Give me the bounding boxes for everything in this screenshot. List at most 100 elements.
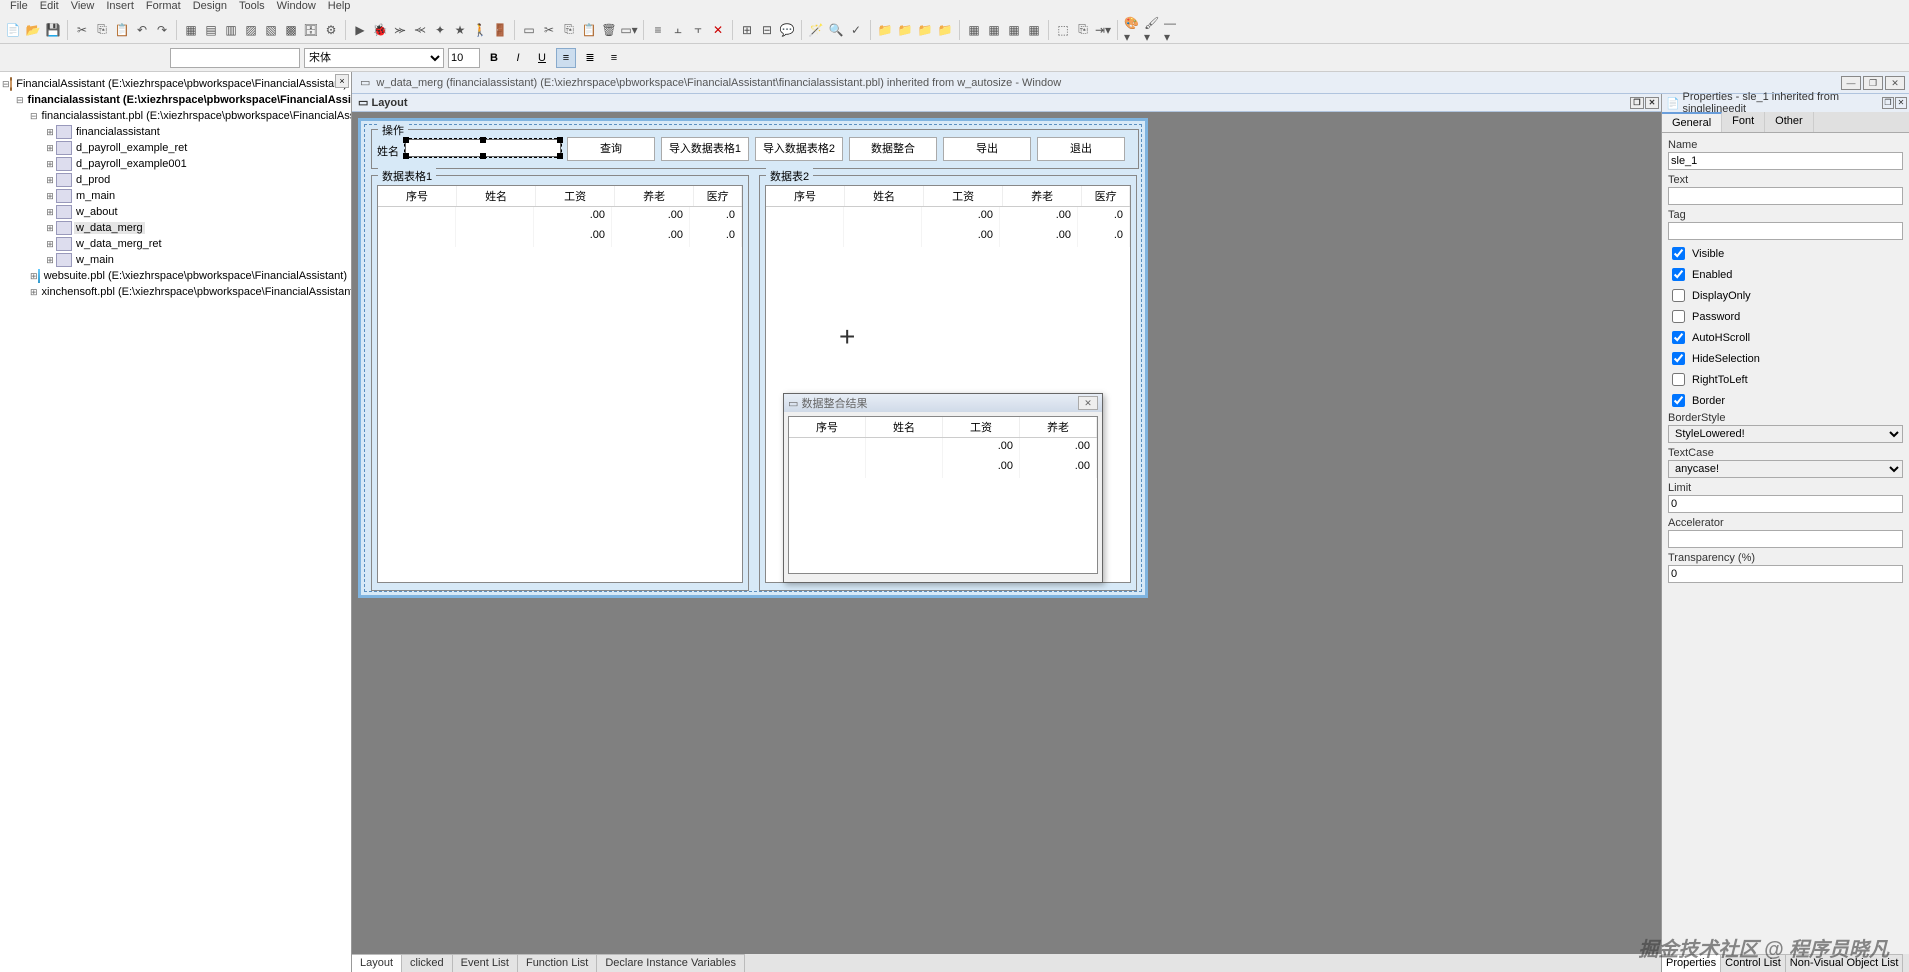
comment-icon[interactable]: 💬 bbox=[778, 21, 796, 39]
prop-text-input[interactable] bbox=[1668, 187, 1903, 205]
datawindow-result[interactable]: 序号 姓名 工资 养老 .00.00 .00.00 bbox=[788, 416, 1098, 574]
menu-window[interactable]: Window bbox=[277, 0, 316, 13]
underline-icon[interactable]: U bbox=[532, 48, 552, 68]
tool-icon[interactable]: 📁 bbox=[896, 21, 914, 39]
tool-icon[interactable]: ⊟ bbox=[758, 21, 776, 39]
form-window[interactable]: 操作 姓名 查询 导入数据表格1 导入数据表格2 数据整合 bbox=[358, 118, 1148, 598]
open-icon[interactable]: 📂 bbox=[24, 21, 42, 39]
tool-icon[interactable]: ⎘ bbox=[1074, 21, 1092, 39]
tool-icon[interactable]: ▦ bbox=[965, 21, 983, 39]
tree-target[interactable]: financialassistant (E:\xiezhrspace\pbwor… bbox=[26, 94, 352, 106]
tool-icon[interactable]: ★ bbox=[451, 21, 469, 39]
align-right-icon[interactable]: ≡ bbox=[604, 48, 624, 68]
tree-object[interactable]: d_payroll_example001 bbox=[74, 158, 189, 170]
tool-icon[interactable]: ▨ bbox=[242, 21, 260, 39]
prop-check-visible[interactable]: Visible bbox=[1668, 244, 1903, 263]
prop-accel-input[interactable] bbox=[1668, 530, 1903, 548]
align-center-icon[interactable]: ≣ bbox=[580, 48, 600, 68]
tool-icon[interactable]: 📋 bbox=[580, 21, 598, 39]
align-icon[interactable]: ⫠ bbox=[669, 21, 687, 39]
font-size[interactable] bbox=[448, 48, 480, 68]
grid-icon[interactable]: ⊞ bbox=[738, 21, 756, 39]
checkbox[interactable] bbox=[1672, 373, 1685, 386]
tool-icon[interactable]: ⬚ bbox=[1054, 21, 1072, 39]
popup-result-window[interactable]: ▭ 数据整合结果 ✕ 序号 姓名 工资 养老 bbox=[783, 393, 1103, 583]
checkbox[interactable] bbox=[1672, 247, 1685, 260]
tree-pbl[interactable]: xinchensoft.pbl (E:\xiezhrspace\pbworksp… bbox=[40, 286, 352, 298]
tab-declare[interactable]: Declare Instance Variables bbox=[597, 954, 745, 972]
tree-workspace[interactable]: FinancialAssistant (E:\xiezhrspace\pbwor… bbox=[14, 78, 349, 90]
person-icon[interactable]: 🚶 bbox=[471, 21, 489, 39]
tree-pbl[interactable]: websuite.pbl (E:\xiezhrspace\pbworkspace… bbox=[42, 270, 349, 282]
tool-icon[interactable]: ⪼ bbox=[391, 21, 409, 39]
paint-icon[interactable]: 🖌▾ bbox=[1143, 21, 1161, 39]
tree-object[interactable]: w_about bbox=[74, 206, 120, 218]
system-tree[interactable]: × ⊟FinancialAssistant (E:\xiezhrspace\pb… bbox=[0, 72, 352, 972]
run-icon[interactable]: ▶ bbox=[351, 21, 369, 39]
close-icon[interactable]: ✕ bbox=[709, 21, 727, 39]
tree-pbl[interactable]: financialassistant.pbl (E:\xiezhrspace\p… bbox=[40, 110, 352, 122]
checkbox[interactable] bbox=[1672, 352, 1685, 365]
object-combo[interactable] bbox=[170, 48, 300, 68]
prop-limit-input[interactable] bbox=[1668, 495, 1903, 513]
tab-other[interactable]: Other bbox=[1765, 112, 1814, 132]
debug-icon[interactable]: 🐞 bbox=[371, 21, 389, 39]
prop-name-input[interactable] bbox=[1668, 152, 1903, 170]
menu-insert[interactable]: Insert bbox=[106, 0, 134, 13]
tool-icon[interactable]: 📁 bbox=[936, 21, 954, 39]
prop-check-border[interactable]: Border bbox=[1668, 391, 1903, 410]
button-export[interactable]: 导出 bbox=[943, 137, 1031, 161]
button-import2[interactable]: 导入数据表格2 bbox=[755, 137, 843, 161]
tool-icon[interactable]: ⪻ bbox=[411, 21, 429, 39]
tool-icon[interactable]: ✦ bbox=[431, 21, 449, 39]
menu-help[interactable]: Help bbox=[328, 0, 351, 13]
align-icon[interactable]: ≡ bbox=[649, 21, 667, 39]
tool-icon[interactable]: ▭ bbox=[520, 21, 538, 39]
copy-icon[interactable]: ⎘ bbox=[93, 21, 111, 39]
tool-icon[interactable]: ⚙ bbox=[322, 21, 340, 39]
tool-icon[interactable]: ▧ bbox=[262, 21, 280, 39]
align-icon[interactable]: ⫟ bbox=[689, 21, 707, 39]
italic-icon[interactable]: I bbox=[508, 48, 528, 68]
checkbox[interactable] bbox=[1672, 268, 1685, 281]
button-merge[interactable]: 数据整合 bbox=[849, 137, 937, 161]
save-icon[interactable]: 💾 bbox=[44, 21, 62, 39]
checkbox[interactable] bbox=[1672, 394, 1685, 407]
tab-eventlist[interactable]: Event List bbox=[453, 954, 518, 972]
tab-layout[interactable]: Layout bbox=[352, 954, 402, 972]
restore-icon[interactable]: ❐ bbox=[1863, 76, 1883, 90]
button-exit[interactable]: 退出 bbox=[1037, 137, 1125, 161]
tool-icon[interactable]: ▤ bbox=[202, 21, 220, 39]
tab-clicked[interactable]: clicked bbox=[402, 954, 453, 972]
tool-icon[interactable]: ⇥▾ bbox=[1094, 21, 1112, 39]
tree-object[interactable]: w_main bbox=[74, 254, 116, 266]
exit-icon[interactable]: 🚪 bbox=[491, 21, 509, 39]
spell-icon[interactable]: ✓ bbox=[847, 21, 865, 39]
tab-font[interactable]: Font bbox=[1722, 112, 1765, 132]
align-left-icon[interactable]: ≡ bbox=[556, 48, 576, 68]
tree-object[interactable]: w_data_merg_ret bbox=[74, 238, 164, 250]
datawindow-1[interactable]: 序号 姓名 工资 养老 医疗 .00.00.0 .00.00.0 bbox=[377, 185, 743, 583]
tool-icon[interactable]: 📁 bbox=[916, 21, 934, 39]
menu-format[interactable]: Format bbox=[146, 0, 181, 13]
prop-check-displayonly[interactable]: DisplayOnly bbox=[1668, 286, 1903, 305]
paste-icon[interactable]: 📋 bbox=[113, 21, 131, 39]
tool-icon[interactable]: ⎘ bbox=[560, 21, 578, 39]
tool-icon[interactable]: 📁 bbox=[876, 21, 894, 39]
tool-icon[interactable]: 🗑 bbox=[600, 21, 618, 39]
tool-icon[interactable]: ▥ bbox=[222, 21, 240, 39]
tab-nonvisual[interactable]: Non-Visual Object List bbox=[1786, 954, 1904, 972]
cut-icon[interactable]: ✂ bbox=[73, 21, 91, 39]
bold-icon[interactable]: B bbox=[484, 48, 504, 68]
paint-icon[interactable]: 🎨▾ bbox=[1123, 21, 1141, 39]
select-icon[interactable]: ▭▾ bbox=[620, 21, 638, 39]
close-icon[interactable]: ✕ bbox=[1885, 76, 1905, 90]
restore-icon[interactable]: ❐ bbox=[1630, 97, 1644, 109]
redo-icon[interactable]: ↷ bbox=[153, 21, 171, 39]
search-icon[interactable]: 🔍 bbox=[827, 21, 845, 39]
menu-design[interactable]: Design bbox=[193, 0, 227, 13]
menu-file[interactable]: File bbox=[10, 0, 28, 13]
tab-controllist[interactable]: Control List bbox=[1721, 954, 1786, 972]
prop-textcase-select[interactable]: anycase! bbox=[1668, 460, 1903, 478]
prop-check-enabled[interactable]: Enabled bbox=[1668, 265, 1903, 284]
